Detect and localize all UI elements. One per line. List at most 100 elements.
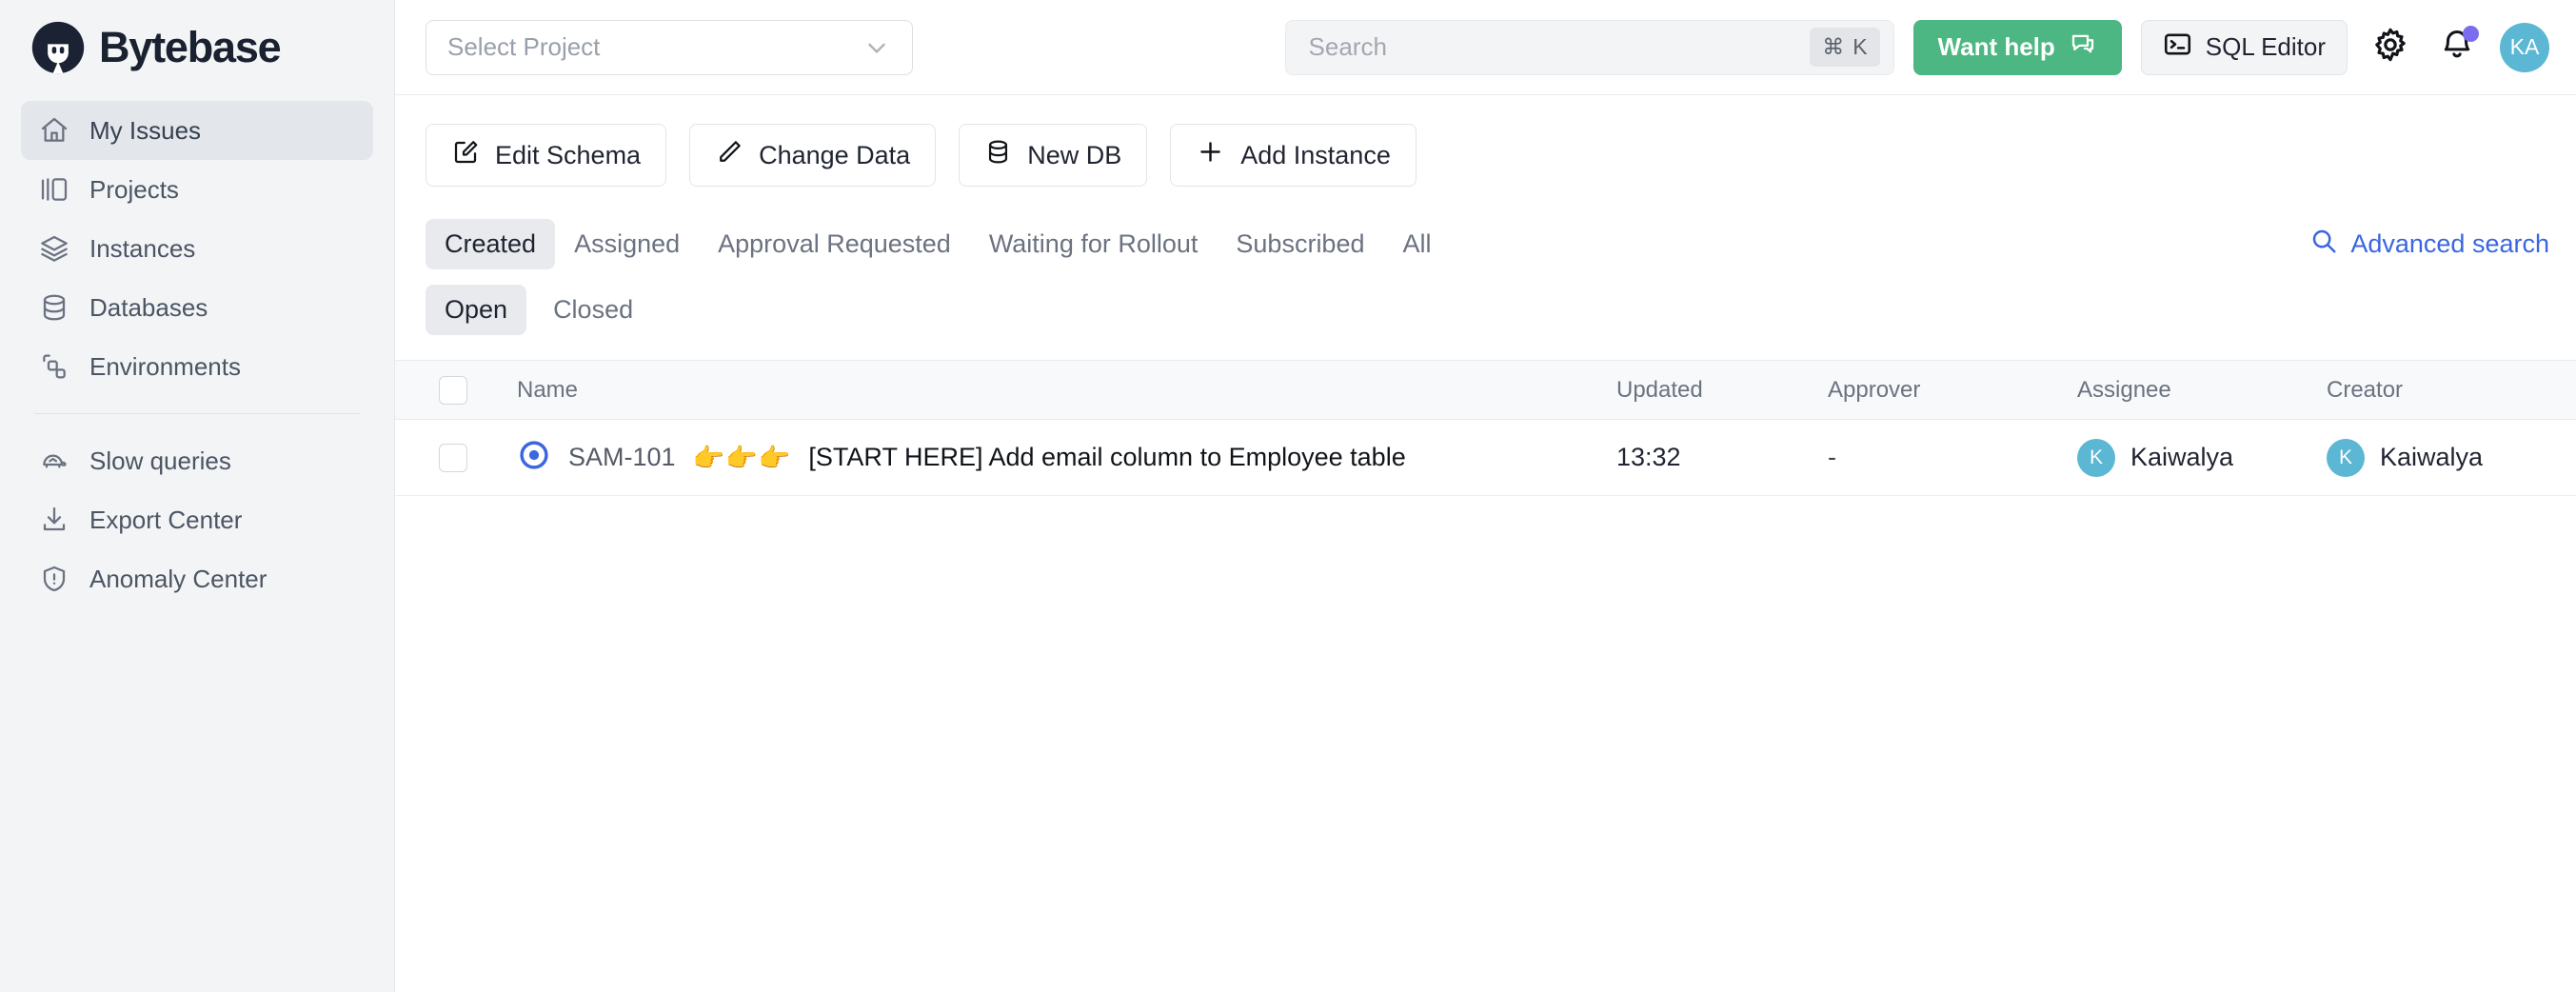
tab-assigned[interactable]: Assigned (555, 219, 699, 269)
download-icon (38, 504, 70, 536)
row-select-cell (395, 444, 511, 472)
projects-icon (38, 173, 70, 206)
database-icon (38, 291, 70, 324)
avatar[interactable]: KA (2500, 23, 2549, 72)
database-icon (984, 138, 1012, 172)
sidebar-item-export-center[interactable]: Export Center (21, 490, 373, 549)
want-help-label: Want help (1938, 32, 2055, 62)
topbar: Select Project ⌘ K Want help (395, 0, 2576, 95)
column-header-approver: Approver (1828, 377, 2077, 404)
add-instance-label: Add Instance (1240, 141, 1391, 170)
sql-editor-label: SQL Editor (2206, 32, 2326, 62)
new-db-label: New DB (1027, 141, 1121, 170)
tab-approval-requested[interactable]: Approval Requested (699, 219, 970, 269)
sidebar: Bytebase My Issues Projects (0, 0, 395, 992)
creator-avatar: K (2327, 439, 2365, 477)
edit-square-icon (451, 138, 480, 173)
sidebar-item-label: Instances (89, 234, 195, 264)
gear-icon (2371, 26, 2409, 69)
want-help-button[interactable]: Want help (1913, 20, 2122, 75)
terminal-icon (2163, 30, 2192, 66)
settings-button[interactable] (2367, 24, 2414, 71)
edit-schema-label: Edit Schema (495, 141, 641, 170)
search-input[interactable] (1309, 32, 1811, 62)
issues-table: Name Updated Approver Assignee Creator (395, 360, 2576, 496)
issue-name-cell[interactable]: SAM-101 👉👉👉 [START HERE] Add email colum… (511, 438, 1616, 477)
turtle-icon (38, 445, 70, 477)
add-instance-button[interactable]: Add Instance (1170, 124, 1417, 187)
issue-approver: - (1828, 443, 1836, 471)
issue-updated: 13:32 (1616, 443, 1681, 471)
sidebar-nav: My Issues Projects Instances (21, 101, 373, 608)
column-header-creator: Creator (2327, 377, 2576, 404)
sql-editor-button[interactable]: SQL Editor (2141, 20, 2348, 75)
sidebar-item-databases[interactable]: Databases (21, 278, 373, 337)
tab-all[interactable]: All (1384, 219, 1451, 269)
sidebar-item-label: Export Center (89, 506, 242, 535)
brand[interactable]: Bytebase (21, 0, 373, 95)
sidebar-item-label: Environments (89, 352, 241, 382)
new-db-button[interactable]: New DB (959, 124, 1147, 187)
column-header-name: Name (511, 377, 1616, 404)
status-subtabs: Open Closed (395, 269, 2576, 335)
row-checkbox[interactable] (439, 444, 467, 472)
layers-icon (38, 232, 70, 265)
sidebar-item-instances[interactable]: Instances (21, 219, 373, 278)
home-icon (38, 114, 70, 147)
project-select-placeholder: Select Project (447, 32, 600, 62)
sidebar-item-label: Slow queries (89, 446, 231, 476)
issue-updated-cell: 13:32 (1616, 443, 1828, 472)
issue-creator-cell: K Kaiwalya (2327, 439, 2576, 477)
action-buttons: Edit Schema Change Data (395, 95, 2576, 187)
app-root: Bytebase My Issues Projects (0, 0, 2576, 992)
column-header-assignee: Assignee (2077, 377, 2327, 404)
notifications-button[interactable] (2433, 24, 2481, 71)
sidebar-item-label: My Issues (89, 116, 201, 146)
main-content: Select Project ⌘ K Want help (395, 0, 2576, 992)
creator-name: Kaiwalya (2380, 443, 2483, 472)
notification-badge-dot (2463, 26, 2479, 42)
sidebar-item-slow-queries[interactable]: Slow queries (21, 431, 373, 490)
issue-id: SAM-101 (568, 443, 676, 472)
advanced-search-link[interactable]: Advanced search (2309, 227, 2549, 262)
edit-schema-button[interactable]: Edit Schema (426, 124, 666, 187)
project-select[interactable]: Select Project (426, 20, 913, 75)
subtab-open[interactable]: Open (426, 285, 526, 335)
shield-alert-icon (38, 563, 70, 595)
search-box[interactable]: ⌘ K (1285, 20, 1894, 75)
issue-approver-cell: - (1828, 443, 2077, 472)
tab-created[interactable]: Created (426, 219, 555, 269)
environments-icon (38, 350, 70, 383)
advanced-search-label: Advanced search (2350, 229, 2549, 259)
select-all-checkbox[interactable] (439, 376, 467, 405)
sidebar-item-label: Anomaly Center (89, 565, 267, 594)
sidebar-item-label: Projects (89, 175, 179, 205)
chat-bubble-icon (2069, 30, 2097, 65)
issue-emoji: 👉👉👉 (693, 443, 792, 473)
open-circle-icon (517, 438, 551, 477)
tab-subscribed[interactable]: Subscribed (1217, 219, 1383, 269)
table-row[interactable]: SAM-101 👉👉👉 [START HERE] Add email colum… (395, 420, 2576, 496)
assignee-name: Kaiwalya (2130, 443, 2233, 472)
shortcut-mod: ⌘ (1822, 34, 1844, 60)
chevron-down-icon (862, 33, 891, 62)
change-data-label: Change Data (759, 141, 910, 170)
search-shortcut-badge: ⌘ K (1810, 28, 1879, 67)
tab-waiting-for-rollout[interactable]: Waiting for Rollout (970, 219, 1218, 269)
assignee-avatar: K (2077, 439, 2115, 477)
issue-assignee-cell: K Kaiwalya (2077, 439, 2327, 477)
select-all-cell (395, 376, 511, 405)
sidebar-item-environments[interactable]: Environments (21, 337, 373, 396)
change-data-button[interactable]: Change Data (689, 124, 936, 187)
issue-title: [START HERE] Add email column to Employe… (808, 443, 1405, 472)
bytebase-logo-icon (30, 20, 86, 75)
shortcut-key: K (1853, 34, 1867, 60)
sidebar-divider (34, 413, 360, 414)
column-header-updated: Updated (1616, 377, 1828, 404)
subtab-closed[interactable]: Closed (534, 285, 652, 335)
sidebar-item-my-issues[interactable]: My Issues (21, 101, 373, 160)
sidebar-item-projects[interactable]: Projects (21, 160, 373, 219)
search-icon (2309, 227, 2338, 262)
sidebar-item-label: Databases (89, 293, 208, 323)
sidebar-item-anomaly-center[interactable]: Anomaly Center (21, 549, 373, 608)
